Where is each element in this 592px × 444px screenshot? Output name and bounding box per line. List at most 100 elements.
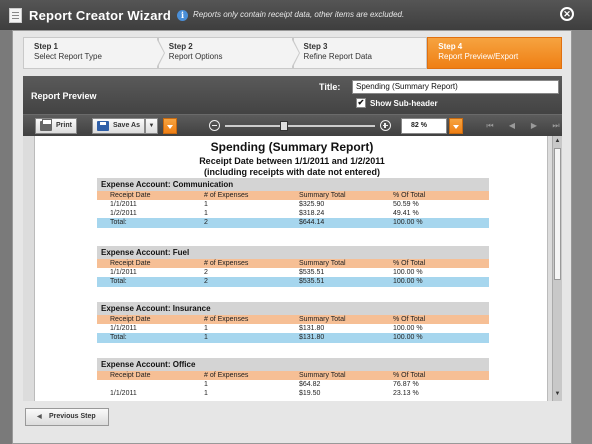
zoom-slider-handle[interactable] bbox=[280, 121, 288, 131]
info-message: Reports only contain receipt data, other… bbox=[193, 10, 405, 19]
previous-step-button[interactable]: ◀ Previous Step bbox=[25, 408, 109, 426]
cell: 49.41 % bbox=[393, 210, 419, 217]
column-header: % Of Total bbox=[393, 316, 426, 323]
step-2[interactable]: Step 2 Report Options bbox=[157, 37, 300, 69]
cell: 100.00 % bbox=[393, 334, 423, 341]
step-4-active[interactable]: Step 4 Report Preview/Export bbox=[427, 37, 562, 69]
zoom-dropdown[interactable] bbox=[449, 118, 463, 134]
cell: 1 bbox=[204, 381, 208, 388]
scrollbar-thumb[interactable] bbox=[554, 148, 561, 280]
cell: 2 bbox=[204, 219, 208, 226]
save-as-button[interactable]: Save As ▼ bbox=[92, 118, 158, 134]
report-preview-label: Report Preview bbox=[31, 91, 97, 101]
column-header: Receipt Date bbox=[110, 192, 151, 199]
column-header-row: Receipt Date # of Expenses Summary Total… bbox=[97, 191, 489, 200]
title-input[interactable]: Spending (Summary Report) bbox=[352, 80, 559, 94]
table-row: 1/1/2011 1 $131.80 100.00 % bbox=[97, 324, 489, 333]
cell: $535.51 bbox=[299, 278, 325, 285]
report-preview-header: Report Preview Title: Spending (Summary … bbox=[23, 76, 562, 114]
column-header: # of Expenses bbox=[204, 260, 249, 267]
column-header: # of Expenses bbox=[204, 192, 249, 199]
cell: 23.13 % bbox=[393, 390, 419, 397]
chevron-right-icon bbox=[155, 37, 165, 69]
account-section: Expense Account: Fuel Receipt Date # of … bbox=[97, 246, 489, 287]
close-button[interactable]: ✕ bbox=[560, 7, 574, 21]
report-subtitle: Receipt Date between 1/1/2011 and 1/2/20… bbox=[199, 156, 385, 166]
show-subheader-label: Show Sub-header bbox=[370, 99, 438, 108]
cell: 1 bbox=[204, 325, 208, 332]
cell: $644.14 bbox=[299, 219, 325, 226]
column-header-row: Receipt Date # of Expenses Summary Total… bbox=[97, 259, 489, 268]
cell: 1/2/2011 bbox=[110, 210, 137, 217]
cell: 1/1/2011 bbox=[110, 269, 137, 276]
cell: 1/1/2011 bbox=[110, 325, 137, 332]
column-header-row: Receipt Date # of Expenses Summary Total… bbox=[97, 315, 489, 324]
step-number: Step 3 bbox=[303, 42, 328, 51]
cell: Total: bbox=[110, 334, 127, 341]
preview-toolbar: Print Save As ▼ 82 % ⏮ ◀ ▶ ⏭ bbox=[23, 114, 562, 136]
report-title: Spending (Summary Report) bbox=[210, 140, 374, 154]
cell: 1 bbox=[204, 210, 208, 217]
cell: 1 bbox=[204, 390, 208, 397]
step-number: Step 4 bbox=[438, 42, 463, 51]
previous-page-icon[interactable]: ◀ bbox=[507, 121, 517, 131]
zoom-slider-track[interactable] bbox=[225, 125, 375, 127]
cell: 1/1/2011 bbox=[110, 390, 137, 397]
scroll-up-icon[interactable]: ▲ bbox=[554, 138, 561, 145]
title-label: Title: bbox=[319, 82, 341, 92]
chevron-right-icon bbox=[290, 37, 300, 69]
step-name: Report Preview/Export bbox=[438, 52, 519, 61]
first-page-icon[interactable]: ⏮ bbox=[485, 121, 495, 131]
cell: 100.00 % bbox=[393, 325, 423, 332]
cell: $19.50 bbox=[299, 390, 321, 397]
table-row: 1/1/2011 1 $19.50 23.13 % bbox=[97, 389, 489, 398]
cell: Total: bbox=[110, 219, 127, 226]
next-page-icon[interactable]: ▶ bbox=[529, 121, 539, 131]
printer-icon bbox=[40, 119, 52, 131]
cell: 2 bbox=[204, 269, 208, 276]
print-button[interactable]: Print bbox=[35, 118, 77, 134]
report-subtitle-note: (including receipts with date not entere… bbox=[203, 167, 380, 177]
document-viewport[interactable]: Spending (Summary Report) Receipt Date b… bbox=[23, 136, 562, 401]
save-as-label: Save As bbox=[113, 122, 140, 129]
table-row: 1 $64.82 76.87 % bbox=[97, 380, 489, 389]
zoom-level-field[interactable]: 82 % bbox=[401, 118, 447, 134]
column-header: Summary Total bbox=[299, 316, 346, 323]
step-name: Report Options bbox=[168, 52, 223, 61]
step-3[interactable]: Step 3 Refine Report Data bbox=[292, 37, 428, 69]
table-row: 1/1/2011 1 $325.90 50.59 % bbox=[97, 200, 489, 209]
cell: $131.80 bbox=[299, 325, 325, 332]
wizard-title: Report Creator Wizard bbox=[29, 8, 172, 23]
scroll-down-icon[interactable]: ▼ bbox=[554, 391, 561, 398]
table-row: 1/1/2011 2 $535.51 100.00 % bbox=[97, 268, 489, 277]
account-header: Expense Account: Insurance bbox=[97, 302, 489, 315]
report-icon bbox=[9, 8, 22, 23]
step-1[interactable]: Step 1 Select Report Type bbox=[23, 37, 165, 69]
floppy-disk-icon bbox=[97, 121, 109, 131]
chevron-down-icon[interactable]: ▼ bbox=[144, 118, 158, 134]
cell: 100.00 % bbox=[393, 269, 423, 276]
cell: 50.59 % bbox=[393, 201, 419, 208]
wizard-dialog: Step 1 Select Report Type Step 2 Report … bbox=[12, 30, 572, 444]
cell: 1 bbox=[204, 334, 208, 341]
step-number: Step 1 bbox=[34, 42, 59, 51]
info-icon: i bbox=[177, 10, 188, 21]
column-header: Receipt Date bbox=[110, 260, 151, 267]
print-label: Print bbox=[56, 122, 72, 129]
total-row: Total: 1 $131.80 100.00 % bbox=[97, 333, 489, 343]
last-page-icon[interactable]: ⏭ bbox=[551, 121, 561, 131]
column-header: Receipt Date bbox=[110, 372, 151, 379]
zoom-in-icon[interactable] bbox=[380, 120, 391, 131]
zoom-out-icon[interactable] bbox=[209, 120, 220, 131]
account-section: Expense Account: Office Receipt Date # o… bbox=[97, 358, 489, 398]
vertical-scrollbar[interactable]: ▲ ▼ bbox=[552, 136, 562, 401]
account-header: Expense Account: Fuel bbox=[97, 246, 489, 259]
cell: $131.80 bbox=[299, 334, 325, 341]
export-format-dropdown[interactable] bbox=[163, 118, 177, 134]
column-header: # of Expenses bbox=[204, 372, 249, 379]
account-header: Expense Account: Communication bbox=[97, 178, 489, 191]
column-header: Summary Total bbox=[299, 192, 346, 199]
account-section: Expense Account: Insurance Receipt Date … bbox=[97, 302, 489, 343]
show-subheader-checkbox[interactable]: ✔ bbox=[356, 98, 366, 108]
wizard-title-bar: Report Creator Wizard i Reports only con… bbox=[0, 0, 592, 30]
